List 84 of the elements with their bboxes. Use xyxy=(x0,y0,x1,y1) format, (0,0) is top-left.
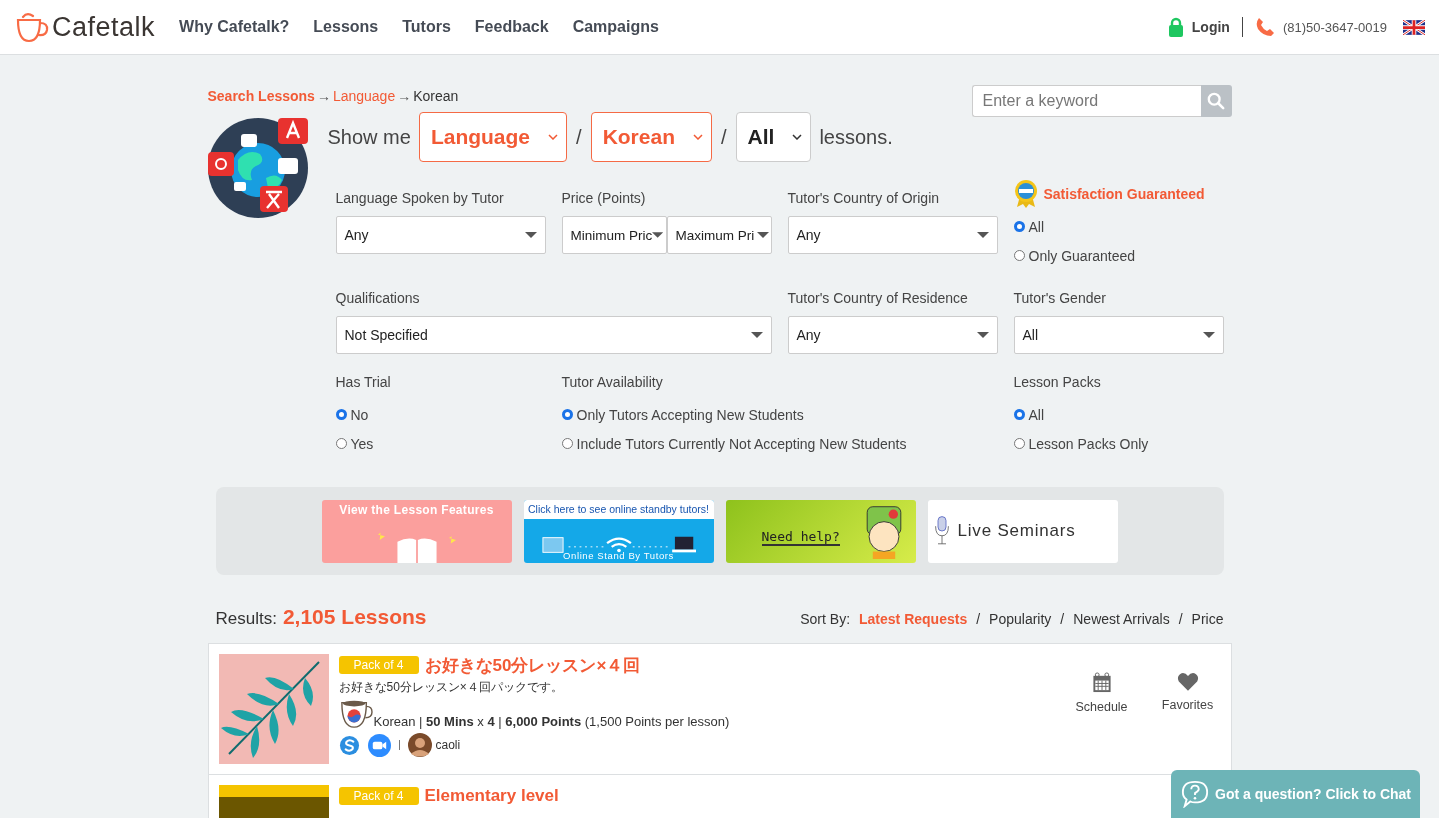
nav-link[interactable]: Why Cafetalk? xyxy=(179,18,290,36)
chevron-icon xyxy=(792,134,803,140)
breadcrumb-arrow: → xyxy=(397,88,412,104)
caret-icon xyxy=(652,232,664,238)
breadcrumb-arrow: → xyxy=(316,88,331,104)
phone-number: (81)50-3647-0019 xyxy=(1282,19,1387,35)
search-button[interactable] xyxy=(1200,85,1232,117)
calendar-icon xyxy=(1091,672,1112,693)
radio-option[interactable]: Only Guaranteed xyxy=(1013,241,1224,270)
caret-icon xyxy=(1202,332,1215,338)
caret-icon xyxy=(756,232,769,238)
category-dropdown[interactable]: All xyxy=(735,112,812,162)
sort-option[interactable]: Popularity xyxy=(989,611,1052,627)
breadcrumb-current: Korean xyxy=(413,88,459,104)
badge-icon xyxy=(1013,180,1038,208)
question-bubble-icon xyxy=(1181,780,1209,808)
filter-dropdown[interactable]: Any xyxy=(787,216,998,254)
filter-label: Tutor's Gender xyxy=(1013,290,1106,306)
logo-text[interactable]: Cafetalk xyxy=(52,11,156,43)
filter-label: Tutor's Country of Origin xyxy=(787,190,940,206)
radio-option[interactable]: No xyxy=(335,400,546,429)
radio-option[interactable]: Lesson Packs Only xyxy=(1013,429,1224,458)
action-link[interactable]: Favorites xyxy=(1159,672,1216,764)
search-field[interactable]: Enter a keyword xyxy=(971,85,1201,117)
lessons-label: lessons. xyxy=(819,125,893,149)
radio-option[interactable]: Yes xyxy=(335,429,546,458)
promo-banner[interactable]: Need help? xyxy=(725,499,916,563)
lock-icon xyxy=(1167,17,1184,37)
sort-option[interactable]: Newest Arrivals xyxy=(1073,611,1170,627)
slash-separator: / xyxy=(1178,611,1183,627)
filter-label: Has Trial xyxy=(335,374,391,390)
filter-label: Qualifications xyxy=(335,290,420,306)
slash-separator: / xyxy=(976,611,981,627)
guarantee-label: Satisfaction Guaranteed xyxy=(1043,186,1205,202)
filter-dropdown[interactable]: All xyxy=(1013,316,1224,354)
results-count: 2,105 Lessons xyxy=(282,605,427,628)
filter-dropdown[interactable]: Maximum Pri xyxy=(666,216,772,254)
radio-option[interactable]: All xyxy=(1013,212,1224,241)
results-label: Results: xyxy=(215,609,277,628)
heart-icon xyxy=(1176,672,1199,691)
filter-label: Language Spoken by Tutor xyxy=(335,190,504,206)
filter-label: Lesson Packs xyxy=(1013,374,1101,390)
lesson-description: お好きな50分レッスン×４回パックです。 xyxy=(338,679,564,696)
cup-icon xyxy=(15,11,51,43)
filter-dropdown[interactable]: Any xyxy=(335,216,546,254)
filter-label: Tutor's Country of Residence xyxy=(787,290,968,306)
avatar-icon xyxy=(407,733,432,757)
slash-separator: / xyxy=(576,125,582,149)
search-icon xyxy=(1207,92,1225,110)
filter-label: Tutor Availability xyxy=(561,374,663,390)
filter-dropdown[interactable]: Any xyxy=(787,316,998,354)
pack-badge: Pack of 4 xyxy=(338,787,419,805)
sort-label: Sort By: xyxy=(800,611,851,627)
slash-separator: / xyxy=(1060,611,1065,627)
chevron-icon xyxy=(548,134,559,140)
radio-option[interactable]: Only Tutors Accepting New Students xyxy=(561,400,998,429)
pack-badge: Pack of 4 xyxy=(338,656,419,674)
promo-banner[interactable]: Click here to see online standby tutors! Online Stand By Tutors xyxy=(523,499,714,563)
skype-icon xyxy=(338,734,360,756)
radio-option[interactable]: Include Tutors Currently Not Accepting New Students xyxy=(561,429,998,458)
show-me-label: Show me xyxy=(327,125,411,149)
nav-link[interactable]: Tutors xyxy=(402,18,451,36)
nav-link[interactable]: Campaigns xyxy=(572,18,659,36)
flag-icon xyxy=(1403,19,1425,35)
caret-icon xyxy=(976,332,989,338)
login-link[interactable]: Login xyxy=(1191,19,1230,35)
chevron-icon xyxy=(693,134,703,140)
slash-separator: / xyxy=(721,125,727,149)
video-call-icon xyxy=(367,733,391,757)
filter-dropdown[interactable]: Not Specified xyxy=(335,316,772,354)
tutor-name[interactable]: caoli xyxy=(435,738,461,752)
caret-icon xyxy=(524,232,537,238)
promo-banner[interactable]: Live Seminars xyxy=(927,499,1118,563)
sort-option[interactable]: Price xyxy=(1191,611,1224,627)
radio-option[interactable]: All xyxy=(1013,400,1224,429)
action-link[interactable]: Schedule xyxy=(1073,672,1130,764)
filter-label: Price (Points) xyxy=(561,190,646,206)
filter-dropdown[interactable]: Minimum Pric xyxy=(561,216,667,254)
caret-icon xyxy=(750,332,763,338)
nav-link[interactable]: Feedback xyxy=(474,18,549,36)
phone-icon xyxy=(1254,17,1275,37)
lesson-details: Korean | 50 Mins x 4 | 6,000 Points (1,500 Points per lesson) xyxy=(373,714,730,729)
caret-icon xyxy=(976,232,989,238)
nav-link[interactable]: Lessons xyxy=(313,18,379,36)
